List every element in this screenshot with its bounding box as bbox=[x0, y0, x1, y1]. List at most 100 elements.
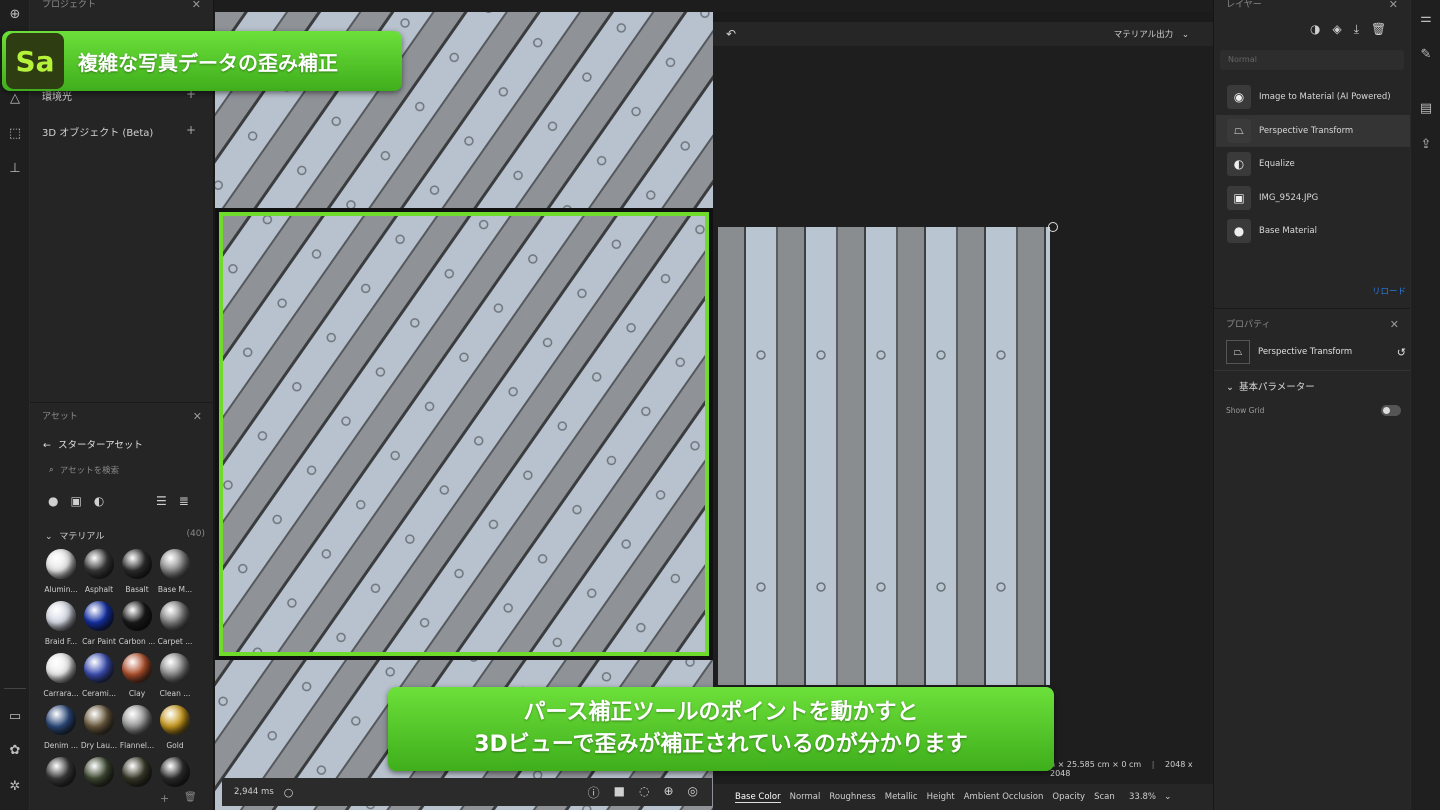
camera-icon[interactable]: ■ bbox=[614, 784, 625, 801]
material-thumbnail bbox=[46, 549, 76, 579]
list-view-icon[interactable]: ≣ bbox=[179, 494, 189, 508]
sphere-icon: ● bbox=[1227, 219, 1251, 243]
properties-title: プロパティ bbox=[1226, 320, 1271, 330]
fill-icon[interactable]: ◈ bbox=[1332, 22, 1341, 37]
mask-icon[interactable]: ◑ bbox=[1310, 22, 1320, 37]
add-icon[interactable]: ⊕ bbox=[5, 4, 25, 24]
channel-tab[interactable]: Ambient Occlusion bbox=[964, 792, 1044, 803]
show-grid-toggle[interactable] bbox=[1381, 405, 1401, 416]
app-logo-text: Sa bbox=[15, 44, 55, 78]
channel-tab[interactable]: Base Color bbox=[735, 792, 781, 803]
starter-assets-label: スターターアセット bbox=[58, 440, 143, 451]
materials-count: (40) bbox=[186, 529, 205, 539]
material-item[interactable]: Gold bbox=[153, 705, 197, 750]
layer-item[interactable]: ● Base Material bbox=[1216, 215, 1410, 247]
light-filter-icon[interactable]: ◐ bbox=[94, 494, 104, 508]
corrected-texture bbox=[718, 227, 1050, 685]
trash-icon[interactable]: 🗑 bbox=[184, 792, 197, 803]
rotate-icon[interactable]: ◌ bbox=[639, 784, 649, 801]
left-toolbar: ⊕ △ ⬚ ⊥ ▭ ✿ ✲ bbox=[0, 0, 30, 810]
share-icon[interactable]: ⇪ bbox=[1416, 134, 1436, 154]
material-thumbnail bbox=[122, 653, 152, 683]
chevron-down-icon: ⌄ bbox=[1181, 30, 1189, 40]
materials-header[interactable]: ⌄ マテリアル (40) bbox=[45, 529, 205, 542]
material-label: Dry Lau... bbox=[80, 741, 118, 750]
asset-filter-bar: ● ▣ ◐ bbox=[48, 494, 104, 508]
assets-title: アセット bbox=[42, 412, 78, 422]
reset-icon[interactable]: ↺ bbox=[1397, 346, 1406, 359]
material-label: Carbon ... bbox=[118, 637, 156, 646]
material-thumbnail bbox=[160, 549, 190, 579]
undo-icon[interactable]: ↶ bbox=[726, 27, 736, 41]
material-label: Clean ... bbox=[159, 689, 191, 698]
zoom-level[interactable]: 33.8% bbox=[1129, 792, 1156, 802]
material-label: Clay bbox=[128, 689, 146, 698]
channel-tab[interactable]: Roughness bbox=[829, 792, 875, 803]
basic-params-section[interactable]: ⌄ 基本パラメーター bbox=[1226, 379, 1315, 393]
channel-tab[interactable]: Height bbox=[927, 792, 955, 803]
layer-item[interactable]: ◉ Image to Material (AI Powered) bbox=[1216, 81, 1410, 113]
layer-actions: ◑ ◈ ⤓ 🗑 bbox=[1310, 22, 1386, 37]
close-icon[interactable]: ✕ bbox=[1390, 316, 1399, 334]
import-icon[interactable]: ⤓ bbox=[1354, 22, 1359, 37]
trash-icon[interactable]: 🗑 bbox=[1371, 22, 1386, 37]
image-filter-icon[interactable]: ▣ bbox=[70, 494, 81, 508]
reload-link[interactable]: リロード bbox=[1372, 285, 1406, 297]
starter-assets-link[interactable]: ← スターターアセット bbox=[43, 437, 143, 451]
palette-icon[interactable]: ✿ bbox=[5, 740, 25, 760]
object3d-row[interactable]: 3D オブジェクト (Beta) + bbox=[42, 123, 202, 139]
material-label: Flannel... bbox=[119, 741, 155, 750]
material-label: Carpet ... bbox=[157, 637, 193, 646]
material-filter-icon[interactable]: ● bbox=[48, 494, 58, 508]
sort-icon[interactable]: ☰ bbox=[156, 494, 167, 508]
info-icon[interactable]: ⓘ bbox=[588, 784, 600, 801]
layer-item[interactable]: ▣ IMG_9524.JPG bbox=[1216, 182, 1410, 214]
search-input[interactable]: ⌕ アセットを検索 bbox=[43, 460, 203, 480]
channel-tab[interactable]: Metallic bbox=[885, 792, 918, 803]
transform-handle[interactable] bbox=[1048, 222, 1058, 232]
channel-tab[interactable]: Normal bbox=[790, 792, 821, 803]
disk-icon[interactable]: ◎ bbox=[688, 784, 698, 801]
stamp-icon[interactable]: ⊥ bbox=[5, 158, 25, 178]
material-thumbnail bbox=[122, 757, 152, 787]
layer-item[interactable]: ⏢ Perspective Transform bbox=[1216, 114, 1410, 147]
blend-mode-select[interactable]: Normal bbox=[1220, 50, 1404, 70]
material-item[interactable]: Clean ... bbox=[153, 653, 197, 698]
add-icon[interactable]: + bbox=[160, 792, 169, 805]
chevron-down-icon[interactable]: ⌄ bbox=[1164, 792, 1172, 802]
app-logo: Sa bbox=[6, 33, 64, 89]
material-output-dropdown[interactable]: マテリアル出力 ⌄ bbox=[1114, 28, 1189, 40]
material-item[interactable] bbox=[153, 757, 197, 793]
material-thumbnail bbox=[84, 601, 114, 631]
chevron-down-icon: ⌄ bbox=[45, 532, 53, 542]
material-label: Asphalt bbox=[84, 585, 114, 594]
refresh-icon[interactable]: ○ bbox=[284, 786, 294, 799]
channel-tab[interactable]: Scan 1 bbox=[1094, 792, 1115, 803]
close-icon[interactable]: ✕ bbox=[193, 408, 202, 426]
light-icon[interactable]: △ bbox=[5, 88, 25, 108]
environment-label: 環境光 bbox=[42, 92, 72, 103]
material-item[interactable]: Base M... bbox=[153, 549, 197, 594]
screen-icon[interactable]: ▭ bbox=[5, 706, 25, 726]
layer-name: Base Material bbox=[1259, 226, 1317, 236]
globe-icon[interactable]: ⊕ bbox=[663, 784, 673, 801]
close-icon[interactable]: ✕ bbox=[192, 0, 201, 14]
brush-icon[interactable]: ✎ bbox=[1416, 44, 1436, 64]
close-icon[interactable]: ✕ bbox=[1389, 0, 1398, 14]
texture-dimensions: n × 25.585 cm × 0 cm | 2048 x 2048 bbox=[1050, 760, 1193, 778]
channel-tab[interactable]: Opacity bbox=[1052, 792, 1085, 803]
layer-item[interactable]: ◐ Equalize bbox=[1216, 148, 1410, 180]
layers-title: レイヤー bbox=[1226, 0, 1262, 10]
title-banner-text: 複雑な写真データの歪み補正 bbox=[78, 50, 338, 75]
layers-panel-header: レイヤー ✕ bbox=[1214, 0, 1410, 14]
settings-icon[interactable]: ✲ bbox=[5, 776, 25, 796]
perspective-icon: ⏢ bbox=[1227, 118, 1251, 143]
materials-label: マテリアル bbox=[59, 532, 105, 542]
adjust-icon[interactable]: ⚌ bbox=[1416, 8, 1436, 28]
material-item[interactable]: Carpet ... bbox=[153, 601, 197, 646]
add-icon[interactable]: + bbox=[186, 123, 196, 137]
crop-icon[interactable]: ⬚ bbox=[5, 123, 25, 143]
layer-name: Perspective Transform bbox=[1259, 125, 1354, 136]
chevron-down-icon: ⌄ bbox=[1226, 382, 1234, 393]
document-icon[interactable]: ▤ bbox=[1416, 98, 1436, 118]
